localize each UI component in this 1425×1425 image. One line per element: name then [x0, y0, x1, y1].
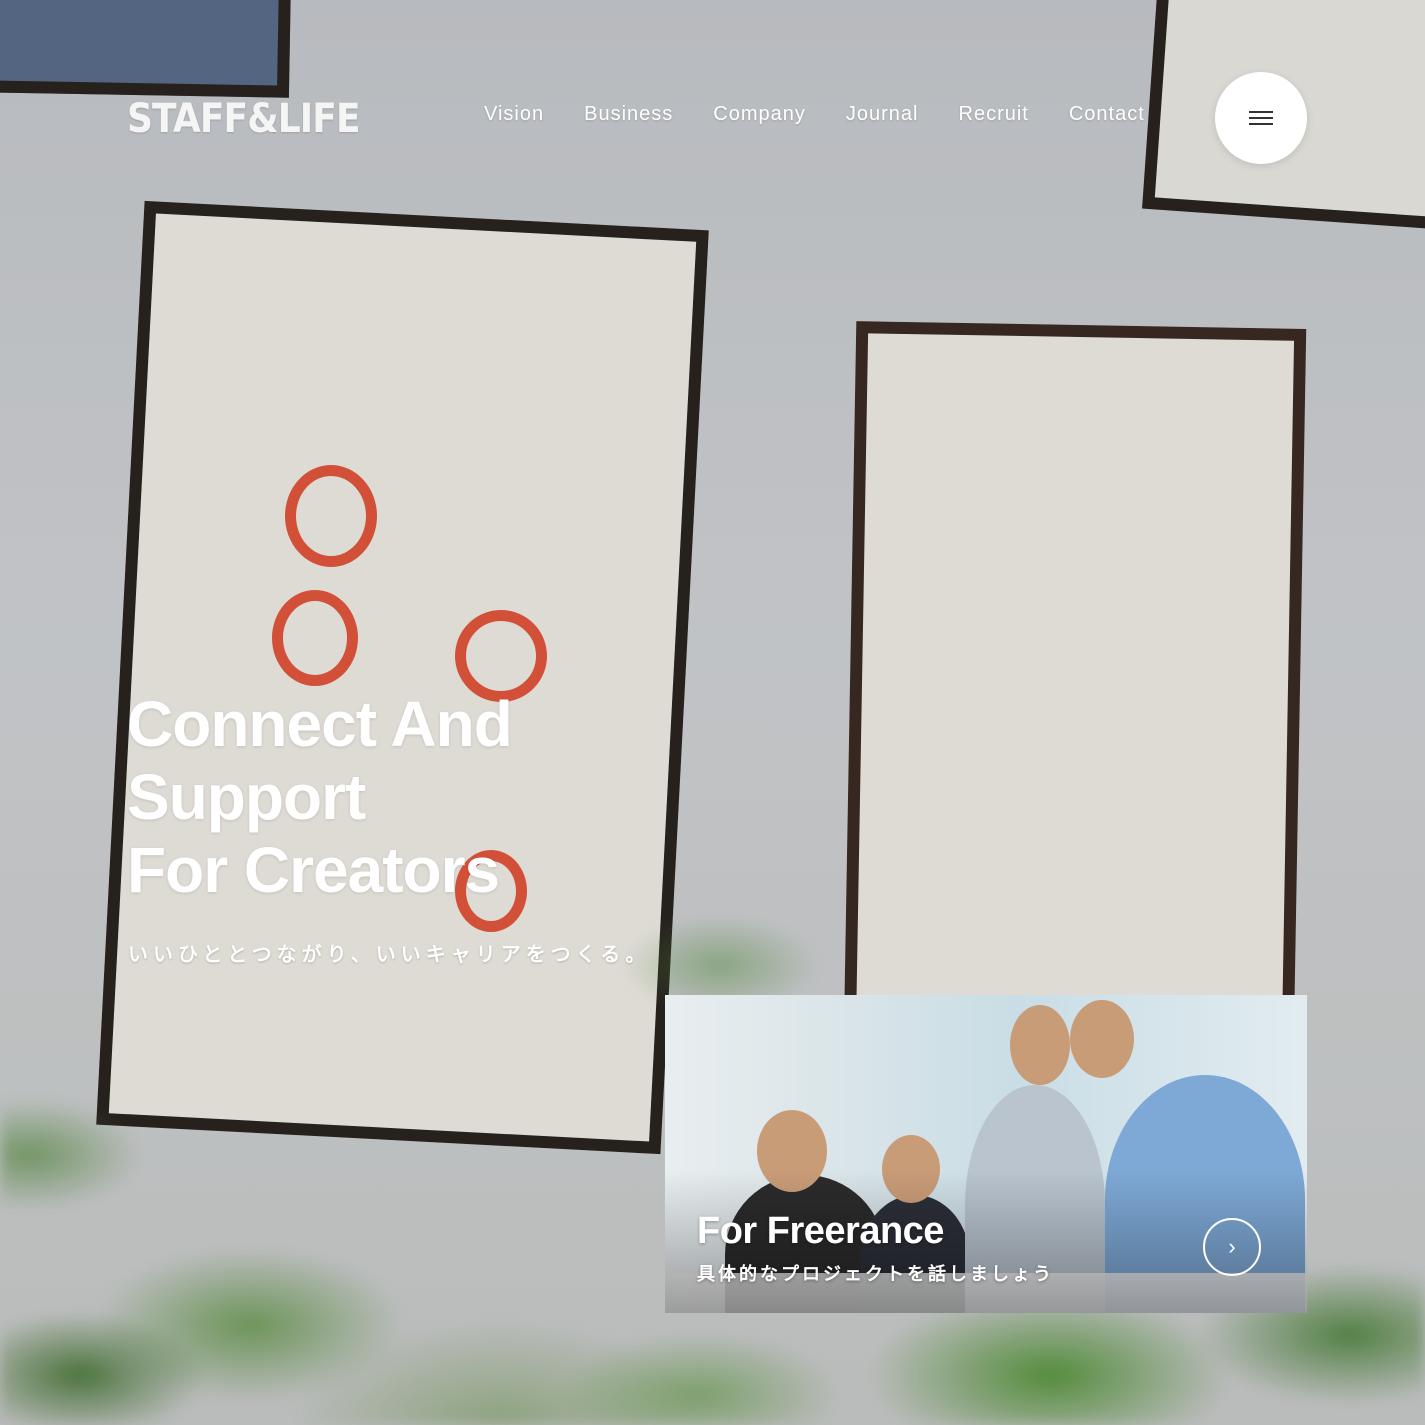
card-subtitle: 具体的なプロジェクトを話しましょう: [697, 1264, 1054, 1285]
card-title: For Freerance: [697, 1210, 944, 1252]
nav-contact[interactable]: Contact: [1069, 103, 1145, 126]
site-logo[interactable]: STAFF&LIFE: [127, 96, 361, 142]
card-arrow-button[interactable]: ›: [1203, 1218, 1261, 1276]
nav-recruit[interactable]: Recruit: [959, 103, 1029, 126]
hero-title-line: For Creators: [127, 834, 500, 906]
hero-title-line: Support: [127, 761, 366, 833]
hamburger-menu-icon: [1249, 111, 1273, 125]
hero-title: Connect And Support For Creators: [127, 688, 513, 907]
nav-business[interactable]: Business: [584, 103, 673, 126]
hero-subtitle: いいひととつながり、いいキャリアをつくる。: [128, 942, 651, 966]
hero-title-line: Connect And: [127, 688, 513, 760]
main-nav: Vision Business Company Journal Recruit …: [484, 103, 1145, 126]
nav-company[interactable]: Company: [713, 103, 806, 126]
menu-button[interactable]: [1215, 72, 1307, 164]
nav-vision[interactable]: Vision: [484, 103, 544, 126]
nav-journal[interactable]: Journal: [846, 103, 919, 126]
freelance-card[interactable]: For Freerance 具体的なプロジェクトを話しましょう ›: [665, 995, 1307, 1313]
chevron-right-icon: ›: [1228, 1234, 1236, 1259]
